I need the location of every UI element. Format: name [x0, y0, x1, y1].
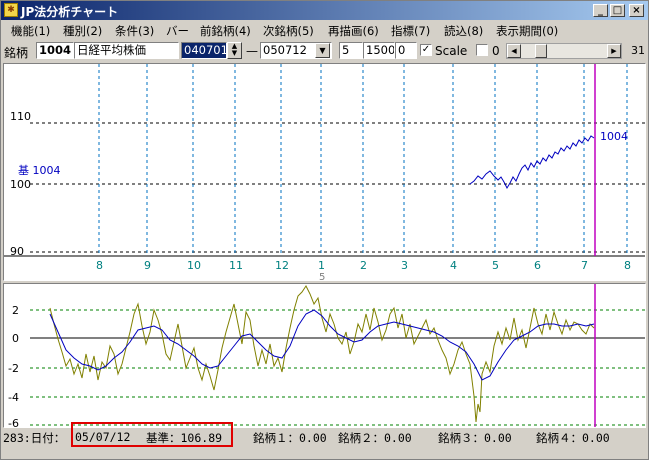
menu-function[interactable]: 機能(1) [11, 23, 50, 39]
month-tick: 9 [144, 259, 151, 272]
osc-hgrid [30, 309, 645, 426]
price-y-tick: 110 [10, 110, 31, 123]
osc-y-tick: 0 [12, 332, 19, 345]
scroll-right-icon[interactable]: ▶ [607, 44, 621, 58]
menu-redraw[interactable]: 再描画(6) [328, 23, 379, 39]
param3-field[interactable]: 0 [395, 42, 417, 59]
month-tick: 3 [401, 259, 408, 272]
status-symbol1: 銘柄１：0.00 [253, 431, 327, 445]
zero-label: 0 [492, 44, 500, 58]
status-symbol4: 銘柄４：0.00 [536, 431, 610, 445]
menu-bar-item[interactable]: バー [166, 23, 189, 39]
month-labels: 8 9 10 11 12 1 2 3 4 5 6 7 8 [96, 259, 631, 272]
price-series-line [469, 135, 595, 190]
month-tick: 8 [96, 259, 103, 272]
month-tick: 10 [187, 259, 201, 272]
period-scrollbar[interactable]: ◀ ▶ [506, 43, 622, 59]
title-bar[interactable]: ✱ JP法分析チャート _ □ × [1, 1, 648, 20]
menu-display-period[interactable]: 表示期間(0) [496, 23, 558, 39]
chevron-down-icon[interactable]: ▼ [315, 43, 330, 58]
symbol-label: 銘柄 [4, 46, 29, 60]
status-count: 283:日付： [3, 431, 66, 445]
period-value: 31 [631, 44, 645, 57]
window-title: JP法分析チャート [21, 5, 119, 19]
minimize-button[interactable]: _ [593, 4, 608, 17]
base-symbol-label: 基 1004 [18, 164, 61, 177]
status-highlight-box [71, 422, 233, 447]
oscillator-chart-panel: 2 0 -2 -4 -6 [3, 283, 646, 428]
menu-next-symbol[interactable]: 次銘柄(5) [263, 23, 314, 39]
symbol-code-field[interactable]: 1004 [36, 42, 74, 59]
param2-field[interactable]: 1500 [363, 42, 395, 59]
month-tick: 8 [624, 259, 631, 272]
month-tick: 4 [450, 259, 457, 272]
month-tick: 5 [492, 259, 499, 272]
scale-label: Scale [435, 44, 468, 58]
price-chart-panel: 110 100 90 8 9 10 11 12 1 2 3 4 5 6 7 8 … [3, 63, 646, 281]
month-tick: 12 [275, 259, 289, 272]
price-y-tick: 100 [10, 178, 31, 191]
menu-type[interactable]: 種別(2) [63, 23, 102, 39]
date-range-dash: — [246, 44, 258, 58]
scale-checkbox[interactable]: ✓ [420, 44, 432, 56]
osc-y-tick: -2 [8, 362, 19, 375]
start-date-field[interactable]: 040701 [181, 42, 227, 59]
price-chart: 110 100 90 8 9 10 11 12 1 2 3 4 5 6 7 8 … [4, 64, 645, 280]
month-tick: 11 [229, 259, 243, 272]
symbol-name-field[interactable]: 日経平均株価 [74, 42, 179, 59]
app-logo-icon: ✱ [4, 3, 18, 17]
price-y-tick: 90 [10, 245, 24, 258]
oscillator-chart: 2 0 -2 -4 -6 [8, 284, 645, 427]
osc-olive-series [49, 285, 595, 423]
osc-blue-series [49, 309, 595, 381]
param1-field[interactable]: 5 [339, 42, 363, 59]
close-button[interactable]: × [629, 4, 644, 17]
app-window: ✱ JP法分析チャート _ □ × 機能(1) 種別(2) 条件(3) バー 前… [0, 0, 649, 460]
start-date-spinner[interactable]: ▲ ▼ [227, 42, 242, 59]
scroll-thumb[interactable] [535, 44, 547, 58]
menu-load[interactable]: 読込(8) [444, 23, 483, 39]
osc-y-tick: 2 [12, 304, 19, 317]
month-tick: 2 [360, 259, 367, 272]
maximize-button[interactable]: □ [610, 4, 625, 17]
year-label: 5 [319, 272, 325, 280]
menu-bar: 機能(1) 種別(2) 条件(3) バー 前銘柄(4) 次銘柄(5) 再描画(6… [1, 21, 648, 39]
menu-condition[interactable]: 条件(3) [115, 23, 154, 39]
menu-indicator[interactable]: 指標(7) [391, 23, 430, 39]
osc-y-tick: -6 [8, 417, 19, 427]
status-symbol3: 銘柄３：0.00 [438, 431, 512, 445]
month-tick: 6 [534, 259, 541, 272]
price-series-label: 1004 [600, 130, 628, 143]
scroll-left-icon[interactable]: ◀ [507, 44, 521, 58]
status-symbol2: 銘柄２：0.00 [338, 431, 412, 445]
osc-y-tick: -4 [8, 391, 19, 404]
menu-prev-symbol[interactable]: 前銘柄(4) [200, 23, 251, 39]
vgrid-lines [98, 64, 628, 256]
toolbar: 銘柄 1004 日経平均株価 040701 ▲ ▼ — 050712 ▼ 5 15… [1, 39, 648, 63]
zero-checkbox[interactable] [476, 44, 488, 56]
month-tick: 7 [581, 259, 588, 272]
month-tick: 1 [318, 259, 325, 272]
